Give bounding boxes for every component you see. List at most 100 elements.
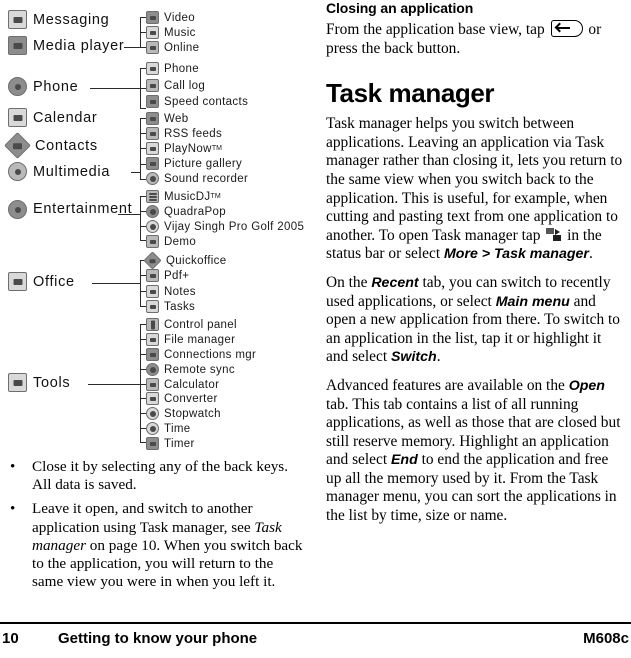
task-manager-icon xyxy=(546,227,561,242)
bullet-text: Close it by selecting any of the back ke… xyxy=(32,458,289,494)
menu-child-quickoffice: Quickoffice xyxy=(143,251,227,270)
closing-application-heading: Closing an application xyxy=(326,0,474,16)
tasks-icon xyxy=(146,300,159,313)
menu-child-timer: Timer xyxy=(146,437,195,450)
menu-child-control-panel: Control panel xyxy=(146,318,237,331)
menu-parent-office: Office xyxy=(8,272,75,291)
remote-sync-icon xyxy=(146,363,159,376)
menu-child-file-manager: File manager xyxy=(146,333,235,346)
tree-connector xyxy=(140,260,141,306)
playnow-icon xyxy=(146,142,159,155)
phone-icon xyxy=(146,62,159,75)
menu-child-pdf: Pdf+ xyxy=(146,269,189,282)
demo-icon xyxy=(146,235,159,248)
online-icon xyxy=(146,41,159,54)
menu-parent-media-player: Media player xyxy=(8,36,124,55)
media-player-icon xyxy=(8,36,27,55)
stopwatch-icon xyxy=(146,407,159,420)
right-text-column: Closing an application From the applicat… xyxy=(326,0,626,536)
tree-connector xyxy=(124,47,140,48)
tree-connector xyxy=(90,88,140,89)
menu-child-sound-recorder: Sound recorder xyxy=(146,172,248,185)
para3-bold-open: Open xyxy=(568,377,605,394)
para3-bold-end: End xyxy=(390,452,418,469)
call-log-icon xyxy=(146,79,159,92)
menu-child-rss-feeds: RSS feeds xyxy=(146,127,222,140)
tree-connector xyxy=(140,108,146,109)
para1-bold: More > Task manager xyxy=(443,246,589,263)
tree-connector xyxy=(118,214,140,215)
picture-gallery-icon xyxy=(146,157,159,170)
quadrapop-icon xyxy=(146,205,159,218)
bullet-list: • Close it by selecting any of the back … xyxy=(8,458,304,597)
menu-child-tasks: Tasks xyxy=(146,300,195,313)
rss-icon xyxy=(146,127,159,140)
menu-child-playnow: PlayNow TM xyxy=(146,142,222,155)
menu-child-notes: Notes xyxy=(146,285,196,298)
office-icon xyxy=(8,272,27,291)
file-manager-icon xyxy=(146,333,159,346)
gamepad-icon xyxy=(8,200,27,219)
menu-parent-entertainment: Entertainment xyxy=(8,200,132,219)
tree-connector xyxy=(131,172,140,173)
menu-tree: Messaging Media player Video Music Onlin… xyxy=(0,0,310,455)
golf-icon xyxy=(146,220,159,233)
menu-child-converter: Converter xyxy=(146,392,218,405)
menu-child-phone: Phone xyxy=(146,62,199,75)
back-button-icon xyxy=(550,20,583,37)
pdf-icon xyxy=(146,269,159,282)
envelope-icon xyxy=(8,10,27,29)
tree-connector xyxy=(140,324,141,442)
menu-parent-messaging: Messaging xyxy=(8,10,109,29)
bullet-marker: • xyxy=(10,458,16,475)
multimedia-icon xyxy=(8,162,27,181)
web-icon xyxy=(146,112,159,125)
menu-parent-contacts: Contacts xyxy=(4,132,98,159)
music-note-icon xyxy=(146,26,159,39)
menu-child-demo: Demo xyxy=(146,235,196,248)
menu-parent-tools: Tools xyxy=(8,373,70,392)
tree-connector xyxy=(140,196,141,240)
menu-tree-diagram: Messaging Media player Video Music Onlin… xyxy=(0,0,310,620)
phone-handset-icon xyxy=(8,77,27,96)
video-icon xyxy=(146,11,159,24)
calculator-icon xyxy=(146,378,159,391)
menu-child-speed-contacts: Speed contacts xyxy=(146,95,248,108)
bullet-text-a: Leave it open, and switch to another app… xyxy=(32,500,255,536)
clock-icon xyxy=(146,422,159,435)
menu-child-online: Online xyxy=(146,41,199,54)
notes-icon xyxy=(146,285,159,298)
para1-pre: Task manager helps you switch between ap… xyxy=(326,115,623,244)
menu-child-calculator: Calculator xyxy=(146,378,219,391)
calendar-icon xyxy=(8,108,27,127)
menu-child-musicdj: MusicDJ TM xyxy=(146,190,221,203)
tools-icon xyxy=(8,373,27,392)
menu-child-web: Web xyxy=(146,112,189,125)
menu-child-call-log: Call log xyxy=(146,79,205,92)
connections-mgr-icon xyxy=(146,348,159,361)
para2-bold-recent: Recent xyxy=(371,274,419,291)
menu-parent-phone: Phone xyxy=(8,77,78,96)
para3-a: Advanced features are available on the xyxy=(326,376,569,394)
menu-child-stopwatch: Stopwatch xyxy=(146,407,221,420)
tree-connector xyxy=(88,384,140,385)
sound-recorder-icon xyxy=(146,172,159,185)
menu-child-music: Music xyxy=(146,26,196,39)
menu-child-video: Video xyxy=(146,11,195,24)
list-item: • Close it by selecting any of the back … xyxy=(8,458,304,494)
para1-end: . xyxy=(588,245,593,263)
page-footer: 10 Getting to know your phone M608c xyxy=(0,622,631,652)
menu-child-vijay-singh-pro-golf: Vijay Singh Pro Golf 2005 xyxy=(146,220,304,233)
bullet-marker: • xyxy=(10,500,16,518)
list-item: • Leave it open, and switch to another a… xyxy=(8,500,304,591)
menu-parent-calendar: Calendar xyxy=(8,108,97,127)
menu-parent-multimedia: Multimedia xyxy=(8,162,110,181)
converter-icon xyxy=(146,392,159,405)
para2-bold-switch: Switch xyxy=(390,349,437,366)
control-panel-icon xyxy=(146,318,159,331)
task-manager-paragraph-3: Advanced features are available on the O… xyxy=(326,377,626,526)
trademark-mark: TM xyxy=(210,193,221,200)
menu-child-remote-sync: Remote sync xyxy=(146,363,235,376)
task-manager-paragraph-1: Task manager helps you switch between ap… xyxy=(326,115,626,264)
para2-e: . xyxy=(436,348,441,366)
